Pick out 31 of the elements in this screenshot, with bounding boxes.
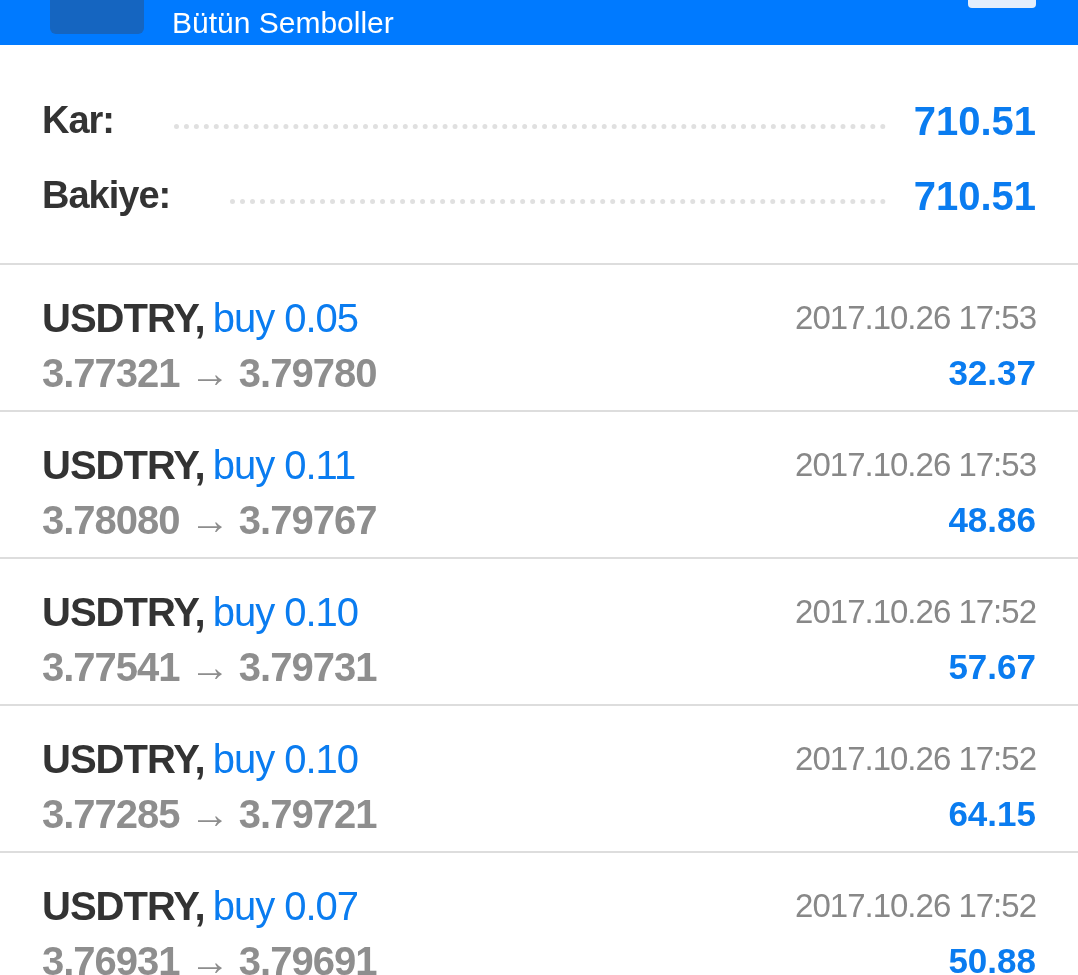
order-label: buy 0.07 [212,883,359,930]
order-label: buy 0.10 [212,589,359,636]
profit-value: 64.15 [948,792,1036,835]
profit-value: 50.88 [948,939,1036,975]
trade-time: 2017.10.26 17:53 [795,445,1036,486]
price-range: 3.78080 → 3.79767 [42,497,377,544]
summary-label: Kar: [42,98,115,143]
order-label: buy 0.10 [212,736,359,783]
trade-time: 2017.10.26 17:52 [795,739,1036,780]
summary-value: 710.51 [913,172,1036,220]
symbol-label: USDTRY, [42,295,205,342]
price-range: 3.76931 → 3.79691 [42,938,377,975]
symbol-label: USDTRY, [42,883,205,930]
price-range: 3.77321 → 3.79780 [42,350,377,397]
symbol-label: USDTRY, [42,442,205,489]
app-logo-icon [50,0,144,34]
profit-value: 48.86 [948,498,1036,541]
profit-value: 32.37 [948,351,1036,394]
trade-time: 2017.10.26 17:52 [795,886,1036,927]
symbol-label: USDTRY, [42,589,205,636]
symbol-label: USDTRY, [42,736,205,783]
price-range: 3.77285 → 3.79721 [42,791,377,838]
order-label: buy 0.11 [212,442,356,489]
trade-time: 2017.10.26 17:52 [795,592,1036,633]
summary-label: Bakiye: [42,173,171,218]
summary-value: 710.51 [913,97,1036,145]
order-label: buy 0.05 [212,295,359,342]
price-range: 3.77541 → 3.79731 [42,644,377,691]
trade-time: 2017.10.26 17:53 [795,298,1036,339]
profit-value: 57.67 [948,645,1036,688]
header-title: Bütün Semboller [172,7,394,38]
